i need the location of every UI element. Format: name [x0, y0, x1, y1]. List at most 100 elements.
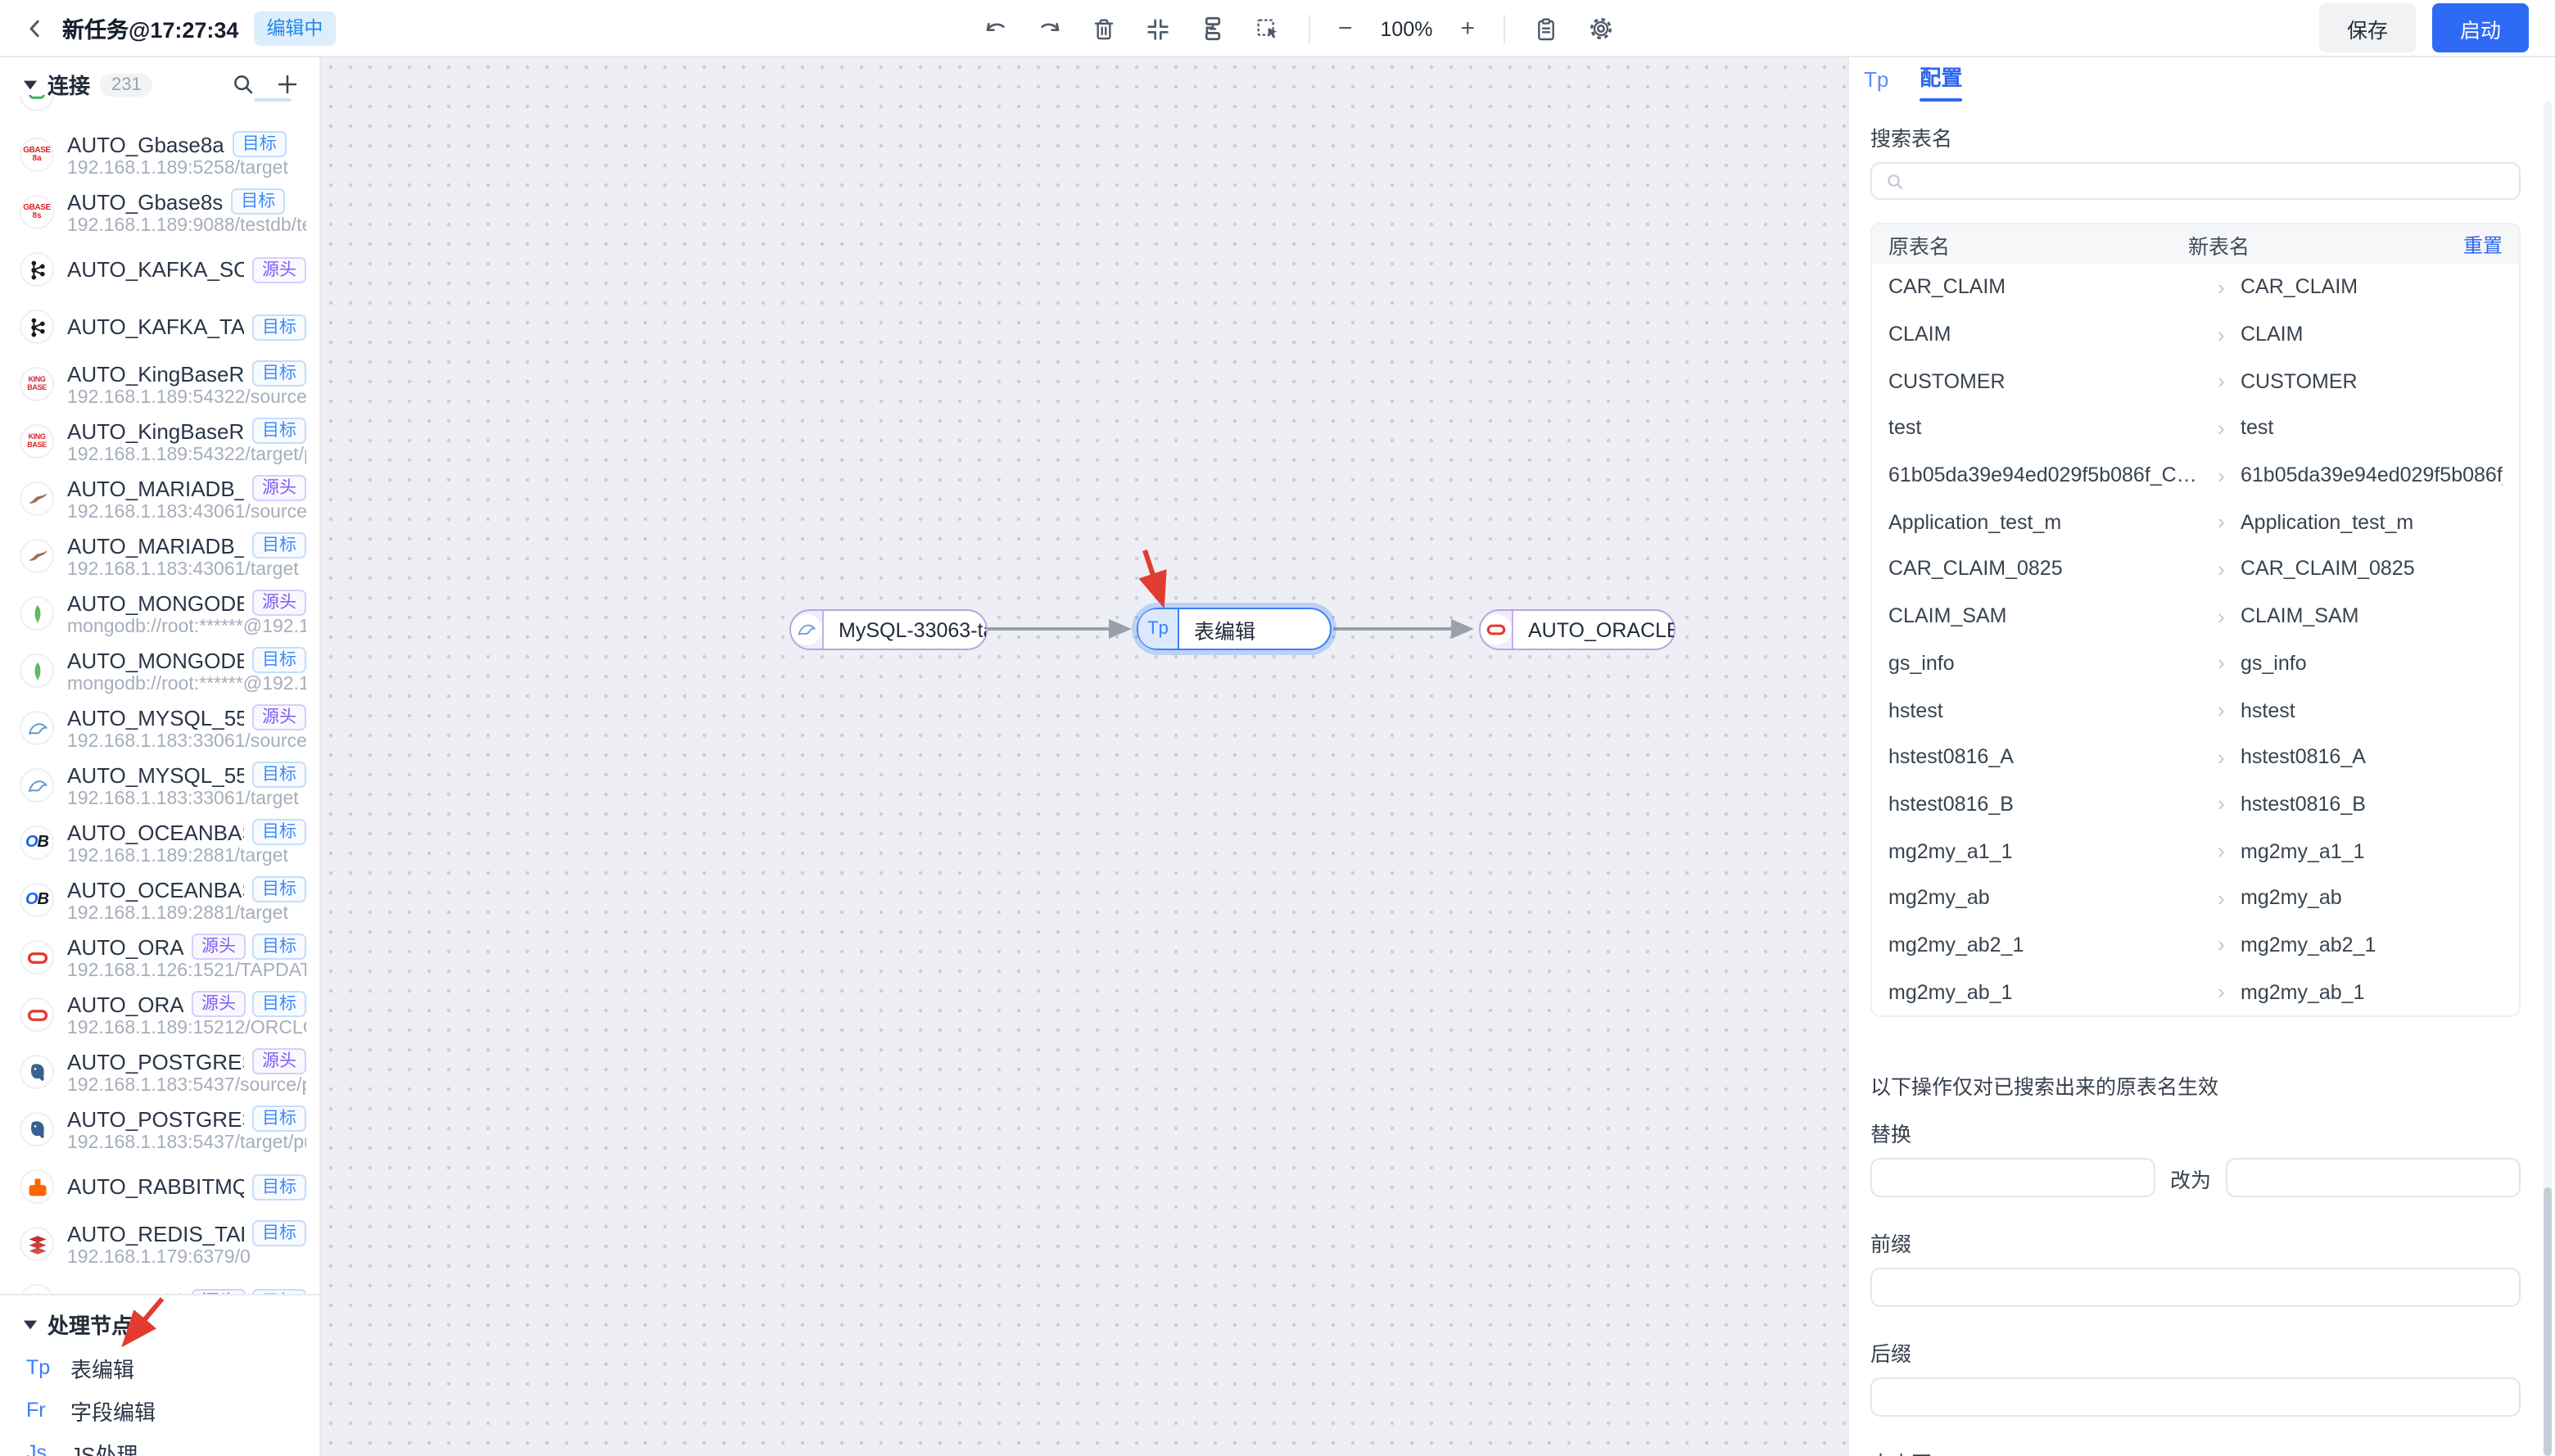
table-row[interactable]: mg2my_ab_1 › mg2my_ab_1 — [1872, 969, 2519, 1015]
table-row[interactable]: CLAIM_SAM › CLAIM_SAM — [1872, 593, 2519, 640]
new-table-name[interactable]: CAR_CLAIM — [2241, 276, 2503, 299]
zoom-out-button[interactable]: − — [1338, 16, 1353, 41]
prefix-input[interactable] — [1870, 1268, 2521, 1307]
connection-item[interactable]: AUTO_POSTGRES_1206... 目标 192.168.1.183:5… — [0, 1101, 319, 1158]
add-connection-icon[interactable] — [275, 72, 300, 97]
mongodb-icon — [20, 653, 54, 688]
undo-icon[interactable] — [983, 16, 1009, 42]
new-table-name[interactable]: hstest — [2241, 699, 2503, 721]
new-table-name[interactable]: gs_info — [2241, 652, 2503, 675]
new-table-name[interactable]: mg2my_a1_1 — [2241, 839, 2503, 862]
new-table-name[interactable]: CLAIM — [2241, 323, 2503, 346]
connection-item[interactable]: AUTO_RABBITMQ_TAR... 目标 — [0, 1158, 319, 1215]
start-button[interactable]: 启动 — [2432, 3, 2529, 52]
connection-item[interactable]: AUTO_MYSQL_5562_TA... 目标 192.168.1.183:3… — [0, 757, 319, 814]
marquee-select-icon[interactable] — [1255, 16, 1281, 42]
table-row[interactable]: CAR_CLAIM › CAR_CLAIM — [1872, 264, 2519, 310]
processor-item[interactable]: Js JS处理 — [0, 1431, 319, 1456]
connection-address: 192.168.1.183:5437/target/public — [67, 1133, 306, 1153]
connection-name: AUTO_OCEANBASE — [67, 820, 244, 844]
table-row[interactable]: test › test — [1872, 405, 2519, 451]
table-row[interactable]: hstest0816_A › hstest0816_A — [1872, 734, 2519, 780]
new-table-name[interactable]: 61b05da39e94ed029f5b086f_CUSTC — [2241, 463, 2503, 486]
table-row[interactable]: CAR_CLAIM_0825 › CAR_CLAIM_0825 — [1872, 545, 2519, 592]
toolbar-divider — [1503, 14, 1504, 43]
table-row[interactable]: mg2my_ab › mg2my_ab — [1872, 875, 2519, 921]
replace-to-input[interactable] — [2226, 1158, 2521, 1197]
table-edit-node[interactable]: Tp 表编辑 — [1137, 608, 1332, 650]
settings-gear-icon[interactable] — [1586, 15, 1614, 43]
new-table-name[interactable]: CUSTOMER — [2241, 369, 2503, 392]
new-table-name[interactable]: mg2my_ab_1 — [2241, 980, 2503, 1003]
processor-type-glyph: Tp — [26, 1356, 54, 1379]
connection-item[interactable]: AUTO_MARIADB_TARG... 目标 192.168.1.183:43… — [0, 527, 319, 585]
table-row[interactable]: hstest0816_B › hstest0816_B — [1872, 780, 2519, 827]
fit-view-icon[interactable] — [1145, 16, 1171, 42]
connection-item[interactable]: AUTO_REDIS_TARGET01 目标 192.168.1.179:637… — [0, 1215, 319, 1273]
connection-item[interactable]: GBASE8a AUTO_Gbase8a 目标 192.168.1.189:52… — [0, 126, 319, 183]
collapse-caret-icon[interactable] — [23, 70, 38, 99]
new-table-name[interactable]: mg2my_ab2_1 — [2241, 934, 2503, 956]
search-icon[interactable] — [231, 72, 256, 97]
table-row[interactable]: CUSTOMER › CUSTOMER — [1872, 358, 2519, 405]
processor-item[interactable]: Fr 字段编辑 — [0, 1389, 319, 1431]
connection-item[interactable]: KINGBASE AUTO_KingBaseR6_SO... 目标 192.16… — [0, 355, 319, 413]
new-table-name[interactable]: CAR_CLAIM_0825 — [2241, 558, 2503, 581]
chevron-right-icon: › — [2218, 792, 2241, 816]
suffix-input[interactable] — [1870, 1377, 2521, 1417]
mongodb-icon — [20, 1284, 54, 1294]
processor-item[interactable]: Tp 表编辑 — [0, 1346, 319, 1389]
chevron-right-icon: › — [2218, 463, 2241, 487]
new-table-name[interactable]: hstest0816_A — [2241, 745, 2503, 768]
collapse-caret-icon[interactable] — [23, 1309, 38, 1339]
panel-scrollbar-thumb[interactable] — [2544, 1187, 2552, 1456]
table-row[interactable]: mg2my_ab2_1 › mg2my_ab2_1 — [1872, 921, 2519, 968]
role-badge: 目标 — [233, 131, 287, 157]
new-table-name[interactable]: CLAIM_SAM — [2241, 604, 2503, 627]
table-row[interactable]: 61b05da39e94ed029f5b086f_CUSTO... › 61b0… — [1872, 452, 2519, 499]
new-table-name[interactable]: test — [2241, 417, 2503, 440]
connection-name: AUTO_KingBaseR6_SO... — [67, 361, 244, 386]
connection-item[interactable]: AUTO_KAFKA_TARGET 目标 — [0, 298, 319, 355]
table-row[interactable]: mg2my_a1_1 › mg2my_a1_1 — [1872, 828, 2519, 875]
replace-from-input[interactable] — [1870, 1158, 2155, 1197]
tab-tp[interactable]: Tp — [1864, 67, 1888, 102]
connection-item[interactable]: OB AUTO_OCEANBASE 目标 192.168.1.189:2881/… — [0, 814, 319, 871]
redo-icon[interactable] — [1037, 16, 1063, 42]
connection-item[interactable]: GBASE8s AUTO_Gbase8s 目标 192.168.1.189:90… — [0, 183, 319, 241]
source-node-mysql[interactable]: MySQL-33063-ta... — [789, 609, 988, 650]
connection-item[interactable]: KINGBASE AUTO_KingBaseR6_TAR... 目标 192.1… — [0, 413, 319, 470]
back-icon[interactable] — [23, 16, 47, 40]
target-node-oracle[interactable]: AUTO_ORACLE_L... — [1479, 609, 1675, 650]
new-table-name[interactable]: hstest0816_B — [2241, 793, 2503, 816]
connection-item[interactable]: AUTO_MARIADB_SOUR... 源头 192.168.1.183:43… — [0, 470, 319, 527]
table-row[interactable]: Application_test_m › Application_test_m — [1872, 499, 2519, 545]
connection-item[interactable]: AUTO_MONGODB_421... 目标 mongodb://root:**… — [0, 642, 319, 699]
connection-item[interactable]: OB AUTO_OCEANBASE - C... 目标 192.168.1.18… — [0, 871, 319, 929]
flow-canvas[interactable]: MySQL-33063-ta... Tp 表编辑 AUTO_ORACLE_L..… — [321, 57, 1847, 1456]
save-button[interactable]: 保存 — [2319, 3, 2416, 52]
role-badge: 目标 — [252, 876, 306, 902]
table-row[interactable]: hstest › hstest — [1872, 686, 2519, 733]
new-table-name[interactable]: mg2my_ab — [2241, 887, 2503, 910]
table-row[interactable]: CLAIM › CLAIM — [1872, 310, 2519, 357]
connection-item[interactable]: AUTO_KAFKA_SOURCE1 源头 — [0, 241, 319, 298]
zoom-in-button[interactable]: + — [1461, 16, 1476, 41]
tab-config[interactable]: 配置 — [1920, 61, 1962, 102]
clipboard-icon[interactable] — [1532, 16, 1558, 42]
delete-icon[interactable] — [1091, 16, 1117, 42]
connection-item[interactable]: AUTO_MONGODB_421... 源头 mongodb://root:**… — [0, 585, 319, 642]
reset-link[interactable]: 重置 — [2463, 230, 2503, 258]
new-table-name[interactable]: Application_test_m — [2241, 511, 2503, 534]
auto-layout-icon[interactable] — [1199, 15, 1227, 43]
table-row[interactable]: gs_info › gs_info — [1872, 640, 2519, 686]
connection-item[interactable]: AUTO_MYSQL_5562_S... 源头 192.168.1.183:33… — [0, 699, 319, 757]
role-badge: 源头 — [252, 590, 306, 616]
connection-item[interactable]: Auto_Test001Mo... 源头目标 — [0, 1273, 319, 1294]
table-search-input[interactable] — [1915, 170, 2506, 192]
connection-item[interactable]: AUTO_ORACLE_L... 源头目标 192.168.1.126:1521… — [0, 929, 319, 986]
processors-section-label: 处理节点 — [47, 1309, 133, 1340]
connection-item[interactable]: AUTO_ORACLE_ni... 源头目标 192.168.1.189:152… — [0, 986, 319, 1043]
connection-item[interactable]: AUTO_POSTGRES_1206... 源头 192.168.1.183:5… — [0, 1043, 319, 1101]
table-search-box[interactable] — [1870, 162, 2521, 200]
